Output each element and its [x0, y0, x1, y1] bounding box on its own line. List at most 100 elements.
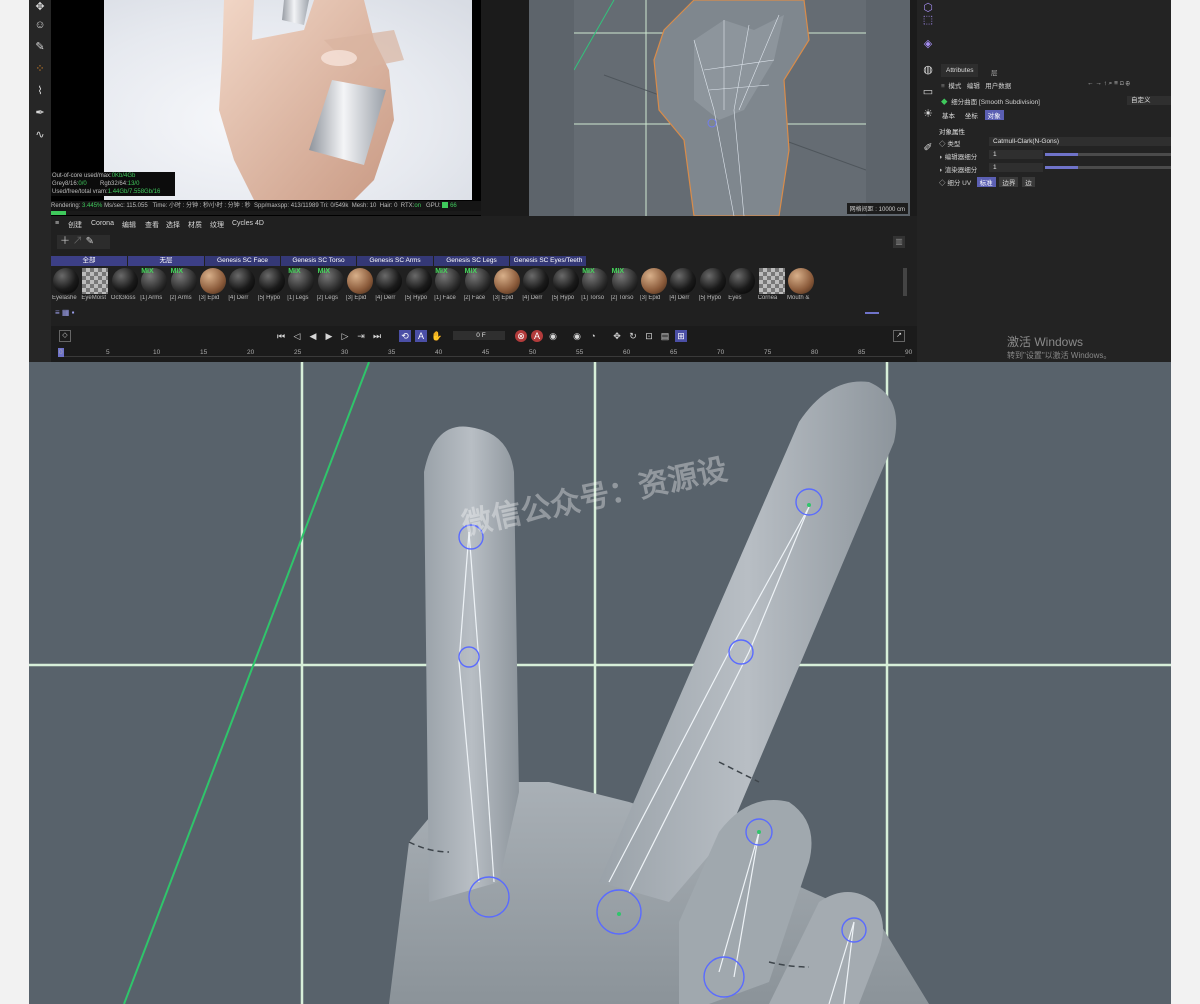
menu-view[interactable]: 查看 — [145, 220, 159, 230]
edit-icon[interactable]: ✐ — [920, 140, 936, 156]
prev-frame-icon[interactable]: ◀ — [307, 330, 319, 342]
frame-field[interactable]: 0 F — [453, 331, 505, 340]
menu-texture[interactable]: 纹理 — [210, 220, 224, 230]
paint-brush-icon[interactable]: ✎ — [32, 40, 48, 54]
uv-option-boundary[interactable]: 边界 — [999, 177, 1019, 187]
material-preview[interactable] — [376, 268, 403, 294]
next-key-icon[interactable]: ⇥ — [355, 330, 367, 342]
play-icon[interactable]: ▶ — [323, 330, 335, 342]
menu-create[interactable]: 创建 — [68, 220, 82, 230]
material-preview[interactable]: MIX — [170, 268, 197, 294]
material-scrollbar[interactable] — [903, 268, 907, 296]
camera-icon[interactable]: ▭ — [920, 84, 936, 100]
go-end-icon[interactable]: ⏭ — [371, 330, 383, 342]
material-preview[interactable] — [523, 268, 550, 294]
material-preview[interactable] — [229, 268, 256, 294]
move-tool-icon[interactable]: ✥ — [32, 0, 48, 14]
material-preview[interactable] — [111, 268, 138, 294]
grid-key-icon[interactable]: ⊞ — [675, 330, 687, 342]
dots-tool-icon[interactable]: ⁘ — [32, 62, 48, 76]
curve-editor-icon[interactable]: ↗ — [893, 330, 905, 342]
render-subdivision-slider[interactable] — [1045, 166, 1171, 169]
menu-corona[interactable]: Corona — [91, 220, 114, 227]
eyedropper-icon[interactable]: ✎ — [86, 236, 94, 247]
material-preview[interactable] — [347, 268, 373, 294]
record-icon[interactable]: ⊗ — [515, 330, 527, 342]
fps-icon[interactable]: A — [415, 330, 427, 342]
subtab-coords[interactable]: 坐标 — [962, 110, 981, 120]
spline-tool-icon[interactable]: ∿ — [32, 128, 48, 142]
pla-key-icon[interactable]: ▤ — [659, 330, 671, 342]
keyframe-icon[interactable]: ◇ — [59, 330, 71, 342]
material-preview[interactable]: MIX — [288, 268, 315, 294]
material-preview[interactable] — [405, 268, 432, 294]
layer-tab[interactable]: 全部 — [51, 256, 127, 266]
layer-tab[interactable]: Genesis SC Legs — [434, 256, 509, 266]
subtab-basic[interactable]: 基本 — [939, 110, 958, 120]
trash-icon[interactable]: ▥ — [893, 236, 905, 248]
material-preview[interactable]: MIX — [141, 268, 168, 294]
material-preview[interactable]: MIX — [435, 268, 462, 294]
brush-icon[interactable]: ⌇ — [32, 84, 48, 98]
zoom-slider[interactable] — [865, 312, 879, 314]
view-mode-icons[interactable]: ≡ ▦ ▪ — [55, 308, 75, 317]
next-frame-icon[interactable]: ▷ — [339, 330, 351, 342]
render-subdivision-field[interactable]: 1 — [989, 163, 1043, 172]
material-preview[interactable] — [258, 268, 285, 294]
material-preview[interactable]: MIX — [582, 268, 609, 294]
material-preview[interactable] — [641, 268, 667, 294]
loop-icon[interactable]: ⟲ — [399, 330, 411, 342]
material-preview[interactable] — [82, 268, 109, 294]
pen-tool-icon[interactable]: ✒ — [32, 106, 48, 120]
layer-tab[interactable]: Genesis SC Torso — [281, 256, 356, 266]
autokey-icon[interactable]: A — [531, 330, 543, 342]
go-start-icon[interactable]: ⏮ — [275, 330, 287, 342]
attr-menu-edit[interactable]: 编辑 — [967, 83, 980, 90]
layer-tab[interactable]: Genesis SC Arms — [357, 256, 433, 266]
menu-edit[interactable]: 编辑 — [122, 220, 136, 230]
light-icon[interactable]: ☀ — [920, 106, 936, 122]
type-dropdown[interactable]: Catmull-Clark(N-Gons) — [989, 137, 1171, 146]
material-preview[interactable]: MIX — [317, 268, 344, 294]
null-object-icon[interactable]: ⬚ — [920, 12, 936, 28]
material-preview[interactable] — [552, 268, 579, 294]
menu-icon[interactable]: ≡ — [941, 83, 945, 90]
custom-dropdown[interactable]: 自定义 — [1127, 96, 1171, 105]
attr-nav-icons[interactable]: ← → ↑ ⌕ ≡ ⊡ ⊕ — [1087, 80, 1130, 88]
material-preview[interactable] — [494, 268, 520, 294]
prev-key-icon[interactable]: ◁ — [291, 330, 303, 342]
layer-tab[interactable]: Genesis SC Eyes/Teeth — [510, 256, 586, 266]
tab-attributes[interactable]: Attributes — [941, 64, 979, 77]
attr-menu-userdata[interactable]: 用户数据 — [985, 83, 1011, 90]
material-preview[interactable] — [200, 268, 226, 294]
editor-subdivision-slider[interactable] — [1045, 153, 1171, 156]
uv-option-standard[interactable]: 标准 — [976, 177, 996, 187]
3d-viewport[interactable]: 网格间距 : 10000 cm — [529, 0, 910, 216]
keyframe-selection-icon[interactable]: ◉ — [547, 330, 559, 342]
pos-key-icon[interactable]: ◉ — [571, 330, 583, 342]
material-preview[interactable] — [729, 268, 756, 294]
param-key-icon[interactable]: ⊡ — [643, 330, 655, 342]
timeline-ruler[interactable] — [59, 356, 905, 357]
subtab-object[interactable]: 对象 — [984, 110, 1004, 120]
add-material-icon[interactable]: ＋ — [60, 236, 70, 247]
scale-key-icon[interactable]: ◔ — [587, 330, 599, 342]
globe-icon[interactable]: ◍ — [920, 62, 936, 78]
menu-cycles4d[interactable]: Cycles 4D — [232, 220, 264, 227]
deformer-icon[interactable]: ◈ — [920, 36, 936, 52]
material-preview[interactable] — [788, 268, 814, 294]
material-preview[interactable]: MIX — [464, 268, 491, 294]
uv-option-edge[interactable]: 边 — [1022, 177, 1035, 187]
rotate-key-icon[interactable]: ↻ — [627, 330, 639, 342]
hand-icon[interactable]: ✋ — [431, 330, 443, 342]
editor-subdivision-field[interactable]: 1 — [989, 150, 1043, 159]
material-menu-icon[interactable]: ≡ — [55, 220, 59, 227]
material-preview[interactable]: MIX — [611, 268, 638, 294]
menu-select[interactable]: 选择 — [166, 220, 180, 230]
tab-layers[interactable]: 层 — [991, 67, 998, 77]
material-preview[interactable] — [670, 268, 697, 294]
material-preview[interactable] — [53, 268, 79, 294]
smooth-brush-icon[interactable]: ☺ — [32, 18, 48, 32]
layer-tab[interactable]: 无层 — [128, 256, 204, 266]
material-preview[interactable] — [699, 268, 726, 294]
